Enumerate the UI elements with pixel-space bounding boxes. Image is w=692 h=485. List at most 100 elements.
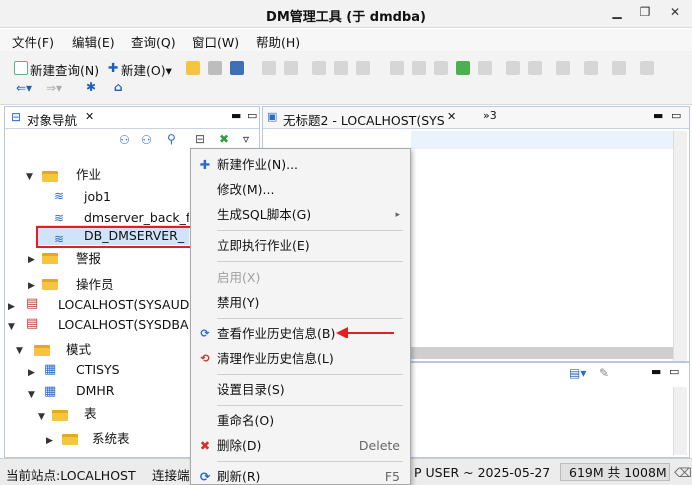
back-icon[interactable]: ⇐▾	[16, 81, 32, 95]
menu-item-modify[interactable]: 修改(M)...	[191, 178, 410, 202]
editor-tab-title[interactable]: 无标题2 - LOCALHOST(SYS	[283, 110, 445, 129]
toggle-icon[interactable]	[640, 61, 654, 75]
minimize-panel-icon[interactable]: ▬	[653, 109, 663, 122]
tree-label: 模式	[66, 342, 92, 357]
tree-label: 作业	[76, 167, 102, 182]
close-icon[interactable]: ✕	[662, 2, 688, 22]
forward-icon[interactable]: ⇒▾	[46, 81, 62, 95]
new-button[interactable]: 新建(O)▾	[121, 60, 172, 79]
expand-icon[interactable]: ▶	[46, 436, 53, 446]
collapse-icon[interactable]: ⊟	[195, 132, 205, 146]
navigator-tab-title[interactable]: 对象导航	[27, 110, 77, 129]
menu-item-new-job[interactable]: ✚ 新建作业(N)...	[191, 153, 410, 177]
undo-icon[interactable]	[262, 61, 276, 75]
settings-icon[interactable]	[584, 61, 598, 75]
minimize-panel-icon[interactable]: ▬	[231, 109, 241, 122]
submenu-arrow-icon: ▸	[395, 210, 400, 220]
job-icon: ≋	[54, 211, 65, 225]
home-icon[interactable]: ⌂	[114, 80, 123, 94]
refresh-icon: ⟳	[199, 469, 211, 484]
menu-item-run-now[interactable]: 立即执行作业(E)	[191, 234, 410, 258]
search-icon[interactable]: ⚲	[167, 132, 176, 146]
view-menu-icon[interactable]: ▿	[243, 132, 249, 146]
redo-icon[interactable]	[284, 61, 298, 75]
bug-icon[interactable]: ✱	[86, 80, 96, 94]
expand-icon[interactable]: ▶	[28, 281, 35, 291]
schema-icon: ▦	[44, 362, 57, 377]
console-icon[interactable]: ▤▾	[569, 366, 586, 380]
vertical-scrollbar[interactable]	[673, 387, 687, 455]
menu-item-refresh[interactable]: ⟳ 刷新(R) F5	[191, 465, 410, 485]
menu-item-disable[interactable]: 禁用(Y)	[191, 291, 410, 315]
memory-indicator[interactable]: 619M 共 1008M	[560, 463, 670, 481]
menu-help[interactable]: 帮助(H)	[256, 32, 300, 51]
tree-label: 系统表	[92, 431, 130, 446]
expand-icon[interactable]: ▼	[26, 172, 33, 182]
expand-icon[interactable]: ▼	[38, 412, 45, 422]
schema-icon: ▦	[44, 384, 57, 399]
menu-item-delete[interactable]: ✖ 删除(D) Delete	[191, 434, 410, 458]
menu-item-rename[interactable]: 重命名(O)	[191, 409, 410, 433]
menu-separator	[217, 374, 403, 375]
maximize-panel-icon[interactable]: ▭	[247, 109, 257, 122]
new-query-button[interactable]: 新建查询(N)	[30, 60, 99, 79]
save-icon[interactable]	[208, 61, 222, 75]
annotation-arrow	[336, 327, 394, 338]
rollback-icon[interactable]	[528, 61, 542, 75]
search-icon[interactable]	[612, 61, 626, 75]
tab-overflow[interactable]: »3	[483, 109, 497, 122]
commit-icon[interactable]	[506, 61, 520, 75]
server-icon: ▤	[26, 316, 39, 331]
status-user: P USER ~ 2025-05-27	[414, 465, 551, 480]
expand-icon[interactable]: ▶	[28, 255, 35, 265]
maximize-panel-icon[interactable]: ▭	[669, 365, 679, 378]
menu-window[interactable]: 窗口(W)	[192, 32, 239, 51]
disconnect-icon[interactable]: ⚇	[141, 133, 152, 147]
explain-icon[interactable]	[456, 61, 470, 75]
expand-icon[interactable]: ▶	[28, 368, 35, 378]
current-line-highlight	[411, 131, 673, 149]
open-icon[interactable]	[186, 61, 200, 75]
run-icon[interactable]	[390, 61, 404, 75]
menu-separator	[217, 461, 403, 462]
expand-icon[interactable]: ▼	[28, 390, 35, 400]
run-line-icon[interactable]	[412, 61, 426, 75]
expand-icon[interactable]: ▼	[8, 322, 15, 332]
horizontal-scrollbar[interactable]	[411, 347, 673, 359]
history-view-icon: ⟳	[200, 327, 210, 340]
expand-icon[interactable]: ▶	[8, 302, 15, 312]
minimize-panel-icon[interactable]: ▬	[651, 365, 661, 378]
plus-icon: ✚	[199, 157, 211, 172]
copy-icon[interactable]	[334, 61, 348, 75]
paste-icon[interactable]	[356, 61, 370, 75]
menu-item-generate-sql[interactable]: 生成SQL脚本(G) ▸	[191, 203, 410, 227]
menu-edit[interactable]: 编辑(E)	[72, 32, 115, 51]
format-icon[interactable]	[556, 61, 570, 75]
vertical-scrollbar[interactable]	[673, 131, 687, 361]
close-tab-icon[interactable]: ✕	[85, 110, 94, 123]
menu-query[interactable]: 查询(Q)	[131, 32, 176, 51]
menu-item-set-directory[interactable]: 设置目录(S)	[191, 378, 410, 402]
expand-icon[interactable]: ▼	[16, 346, 23, 356]
step-icon[interactable]	[434, 61, 448, 75]
save-all-icon[interactable]	[230, 61, 244, 75]
cut-icon[interactable]	[312, 61, 326, 75]
close-tab-icon[interactable]: ✕	[447, 110, 456, 123]
folder-icon	[42, 253, 58, 264]
job-icon: ≋	[54, 189, 65, 203]
menu-item-enable: 启用(X)	[217, 270, 261, 285]
history-clear-icon: ⟲	[200, 352, 210, 365]
stop-icon[interactable]	[478, 61, 492, 75]
delete-icon: ✖	[199, 438, 211, 453]
pin-icon[interactable]: ✎	[599, 366, 609, 380]
minimize-icon[interactable]: ▁	[604, 2, 630, 22]
menu-item-clear-history[interactable]: ⟲ 清理作业历史信息(L)	[191, 347, 410, 371]
maximize-panel-icon[interactable]: ▭	[671, 109, 681, 122]
gc-icon[interactable]: ⌫	[674, 465, 692, 480]
annotation-highlight-box	[36, 226, 210, 248]
sync-icon[interactable]: ✖	[219, 132, 229, 146]
connect-icon[interactable]: ⚇	[119, 133, 130, 147]
shortcut-f5: F5	[384, 469, 400, 484]
restore-icon[interactable]: ❐	[632, 2, 658, 22]
menu-file[interactable]: 文件(F)	[12, 32, 54, 51]
